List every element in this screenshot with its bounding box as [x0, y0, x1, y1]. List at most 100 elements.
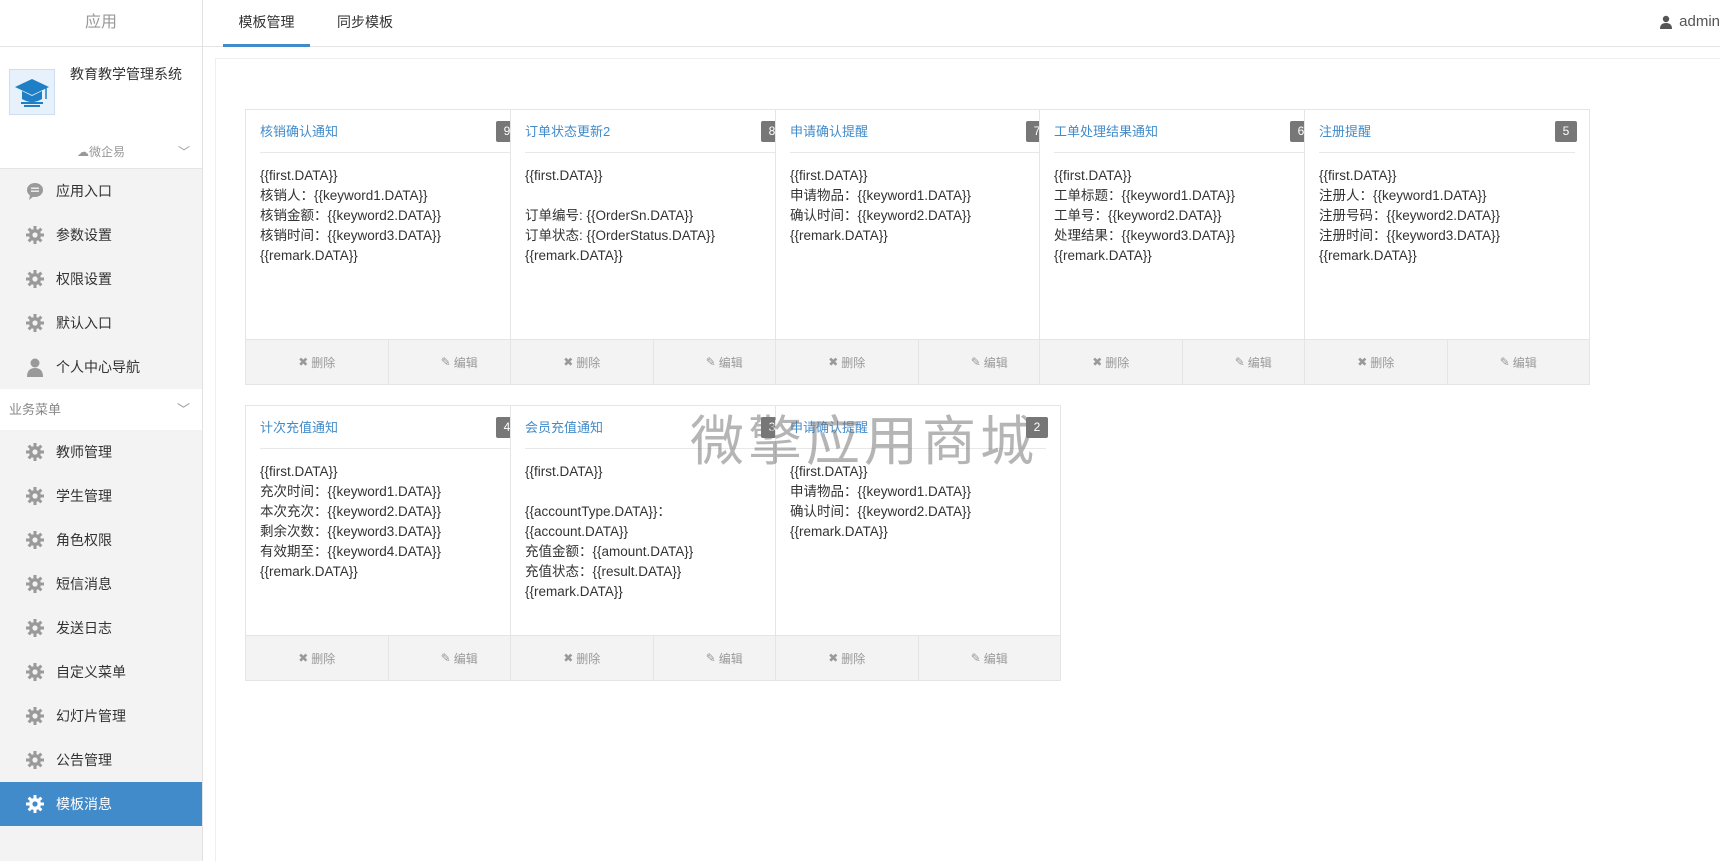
app-name: 教育教学管理系统 [70, 66, 182, 82]
edit-button[interactable]: ✎ 编辑 [1446, 340, 1590, 384]
close-icon: ✖ [828, 651, 839, 665]
username: admin [1679, 13, 1720, 30]
card-body: {{first.DATA}} 订单编号: {{OrderSn.DATA}} 订单… [525, 168, 716, 263]
card-title[interactable]: 申请确认提醒 [790, 124, 868, 139]
gear-icon [24, 224, 46, 246]
card-footer: ✖ 删除 ✎ 编辑 [511, 635, 795, 680]
card-header: 核销确认通知 9 [260, 121, 518, 153]
card-title[interactable]: 注册提醒 [1319, 124, 1371, 139]
gear-icon [24, 268, 46, 290]
card-title[interactable]: 会员充值通知 [525, 420, 603, 435]
platform-label: 微企易 [88, 145, 125, 159]
edit-button[interactable]: ✎ 编辑 [917, 636, 1061, 680]
edit-button[interactable]: ✎ 编辑 [652, 636, 796, 680]
card-body: {{first.DATA}} 核销人：{{keyword1.DATA}} 核销金… [260, 168, 442, 263]
sidebar-item[interactable]: 自定义菜单 [0, 650, 202, 694]
tab-sync-template[interactable]: 同步模板 [325, 0, 405, 47]
sidebar-item[interactable]: 参数设置 [0, 213, 202, 257]
card-title[interactable]: 订单状态更新2 [525, 124, 610, 139]
sidebar-item[interactable]: 应用入口 [0, 169, 202, 213]
sidebar-item[interactable]: 短信消息 [0, 562, 202, 606]
card-footer: ✖ 删除 ✎ 编辑 [776, 635, 1060, 680]
delete-label: 删除 [1105, 355, 1130, 370]
sidebar-item[interactable]: 角色权限 [0, 518, 202, 562]
user-icon [24, 356, 46, 378]
template-card: 注册提醒 5 {{first.DATA}} 注册人：{{keyword1.DATA}… [1304, 109, 1590, 385]
edit-button[interactable]: ✎ 编辑 [1181, 340, 1325, 384]
sidebar-header[interactable]: 应用 [0, 0, 202, 47]
delete-button[interactable]: ✖ 删除 [246, 340, 388, 384]
graduation-cap-icon [9, 69, 55, 115]
sidebar-item[interactable]: 学生管理 [0, 474, 202, 518]
gear-icon [24, 749, 46, 771]
sidebar-item[interactable]: 公告管理 [0, 738, 202, 782]
delete-label: 删除 [841, 651, 866, 666]
card-title[interactable]: 核销确认通知 [260, 124, 338, 139]
card-body: {{first.DATA}} 注册人：{{keyword1.DATA}} 注册号… [1319, 168, 1501, 263]
card-title[interactable]: 计次充值通知 [260, 420, 338, 435]
card-badge: 5 [1555, 121, 1577, 142]
tab-template-manage[interactable]: 模板管理 [223, 0, 310, 47]
delete-button[interactable]: ✖ 删除 [511, 340, 653, 384]
sidebar-item[interactable]: 发送日志 [0, 606, 202, 650]
user-menu[interactable]: admin [1659, 13, 1720, 30]
card-footer: ✖ 删除 ✎ 编辑 [246, 635, 530, 680]
user-icon [1660, 15, 1673, 29]
edit-icon: ✎ [970, 651, 981, 665]
template-card: 会员充值通知 3 {{first.DATA}} {{accountType.DATA… [510, 405, 796, 681]
chat-icon [24, 180, 46, 202]
card-body: {{first.DATA}} 工单标题：{{keyword1.DATA}} 工单… [1054, 168, 1236, 263]
sidebar-item-label: 权限设置 [56, 271, 112, 287]
card-header: 订单状态更新2 8 [525, 121, 783, 153]
card-header: 注册提醒 5 [1319, 121, 1577, 153]
sidebar-item-label: 短信消息 [56, 576, 112, 592]
chevron-down-icon: ﹀ [176, 402, 190, 417]
close-icon: ✖ [298, 355, 309, 369]
sidebar-item[interactable]: 幻灯片管理 [0, 694, 202, 738]
sidebar-item[interactable]: 权限设置 [0, 257, 202, 301]
delete-button[interactable]: ✖ 删除 [511, 636, 653, 680]
close-icon: ✖ [563, 651, 574, 665]
delete-label: 删除 [311, 651, 336, 666]
template-card: 申请确认提醒 2 {{first.DATA}} 申请物品：{{keyword1.DA… [775, 405, 1061, 681]
card-header: 会员充值通知 3 [525, 417, 783, 449]
edit-button[interactable]: ✎ 编辑 [387, 340, 531, 384]
edit-icon: ✎ [705, 355, 716, 369]
card-title[interactable]: 工单处理结果通知 [1054, 124, 1158, 139]
edit-label: 编辑 [453, 651, 478, 666]
card-body: {{first.DATA}} 申请物品：{{keyword1.DATA}} 确认… [790, 168, 972, 243]
close-icon: ✖ [298, 651, 309, 665]
edit-button[interactable]: ✎ 编辑 [387, 636, 531, 680]
template-card: 申请确认提醒 7 {{first.DATA}} 申请物品：{{keyword1.DA… [775, 109, 1061, 385]
sidebar-item[interactable]: 模板消息 [0, 782, 202, 826]
template-card: 订单状态更新2 8 {{first.DATA}} 订单编号: {{OrderSn.D… [510, 109, 796, 385]
sidebar-group-business[interactable]: 业务菜单 ﹀ [0, 389, 202, 430]
edit-button[interactable]: ✎ 编辑 [652, 340, 796, 384]
card-header: 工单处理结果通知 6 [1054, 121, 1312, 153]
delete-button[interactable]: ✖ 删除 [776, 340, 918, 384]
delete-button[interactable]: ✖ 删除 [1040, 340, 1182, 384]
template-card: 计次充值通知 4 {{first.DATA}} 充次时间：{{keyword1.DA… [245, 405, 531, 681]
card-header: 申请确认提醒 7 [790, 121, 1048, 153]
card-footer: ✖ 删除 ✎ 编辑 [1040, 339, 1324, 384]
sidebar-item-label: 自定义菜单 [56, 664, 126, 680]
delete-button[interactable]: ✖ 删除 [776, 636, 918, 680]
sidebar-item-label: 幻灯片管理 [56, 708, 126, 724]
edit-icon: ✎ [1499, 355, 1510, 369]
gear-icon [24, 529, 46, 551]
delete-button[interactable]: ✖ 删除 [246, 636, 388, 680]
platform-switcher[interactable]: ☁微企易 ﹀ [0, 135, 202, 169]
edit-label: 编辑 [1512, 355, 1537, 370]
edit-label: 编辑 [983, 651, 1008, 666]
sidebar-item[interactable]: 个人中心导航 [0, 345, 202, 389]
close-icon: ✖ [828, 355, 839, 369]
top-bar: 模板管理 同步模板 admin [203, 0, 1720, 47]
edit-icon: ✎ [440, 355, 451, 369]
sidebar-item[interactable]: 教师管理 [0, 430, 202, 474]
sidebar-item-label: 发送日志 [56, 620, 112, 636]
delete-button[interactable]: ✖ 删除 [1305, 340, 1447, 384]
edit-label: 编辑 [983, 355, 1008, 370]
sidebar-item[interactable]: 默认入口 [0, 301, 202, 345]
card-title[interactable]: 申请确认提醒 [790, 420, 868, 435]
gear-icon [24, 573, 46, 595]
